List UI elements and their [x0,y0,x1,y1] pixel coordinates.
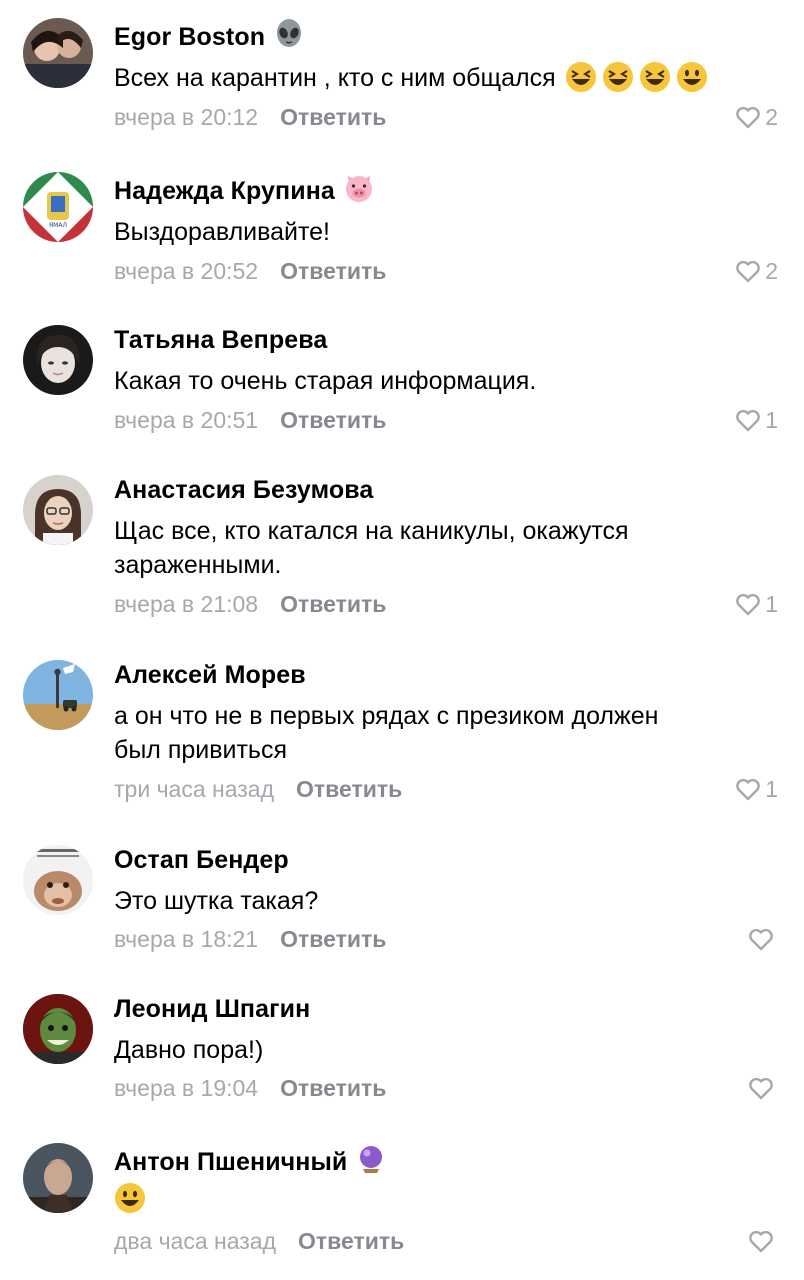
author-name[interactable]: Алексей Морев [114,660,306,690]
comment-meta: вчера в 20:12 Ответить [114,102,386,132]
like-count: 2 [765,258,778,284]
heart-icon [749,1230,773,1253]
comment-meta: вчера в 20:52 Ответить [114,256,386,286]
like-button[interactable]: 1 [733,405,778,435]
like-button[interactable]: 1 [733,774,778,804]
crystal-ball-emoji [355,1143,387,1175]
heart-icon [736,778,761,801]
comment-text-line: Щас все, кто катался на каникулы, окажут… [114,517,629,545]
heart-icon [736,593,761,616]
comment-meta: вчера в 19:04 Ответить [114,1073,386,1103]
timestamp: два часа назад [114,1228,277,1254]
reply-button[interactable]: Ответить [280,926,386,952]
heart-icon [736,260,761,283]
comment-text: Всех на карантин , кто с ним общался [114,60,708,96]
reply-button[interactable]: Ответить [280,104,386,130]
grinning-squinting-emoji [565,61,597,93]
comment-text: Это шутка такая? [114,887,319,915]
avatar[interactable] [23,660,93,730]
author-name[interactable]: Надежда Крупина [114,172,375,206]
timestamp: вчера в 19:04 [114,1075,259,1101]
grinning-squinting-emoji [602,61,634,93]
timestamp: вчера в 20:52 [114,258,259,284]
comment-text-line: зараженными. [114,551,282,579]
heart-icon [749,1077,773,1100]
author-name[interactable]: Остап Бендер [114,845,289,875]
timestamp: вчера в 20:51 [114,407,259,433]
avatar[interactable]: ЯМАЛ [23,172,93,242]
comment-text [114,1181,146,1217]
pig-face-emoji [343,172,375,204]
comment-text: Какая то очень старая информация. [114,367,537,395]
heart-icon [749,928,773,951]
like-button[interactable] [746,924,778,954]
author-name[interactable]: Леонид Шпагин [114,994,310,1024]
comment-text-line: был привиться [114,736,287,764]
author-name[interactable]: Татьяна Вепрева [114,325,327,355]
timestamp: вчера в 18:21 [114,926,259,952]
grinning-emoji [676,61,708,93]
reply-button[interactable]: Ответить [280,591,386,617]
comments-list: Egor Boston Всех на карантин , кто с ним… [0,0,804,1280]
heart-icon [736,106,761,129]
like-count: 1 [765,591,778,617]
reply-button[interactable]: Ответить [280,407,386,433]
reply-button[interactable]: Ответить [280,258,386,284]
author-name[interactable]: Анастасия Безумова [114,475,373,505]
reply-button[interactable]: Ответить [298,1228,404,1254]
timestamp: три часа назад [114,776,275,802]
author-name[interactable]: Egor Boston [114,18,305,52]
avatar[interactable] [23,325,93,395]
comment-meta: два часа назад Ответить [114,1226,404,1256]
comment-text: Давно пора!) [114,1036,264,1064]
comment-meta: вчера в 20:51 Ответить [114,405,386,435]
reply-button[interactable]: Ответить [280,1075,386,1101]
comment-meta: три часа назад Ответить [114,774,402,804]
like-count: 1 [765,407,778,433]
like-count: 1 [765,776,778,802]
avatar[interactable] [23,845,93,915]
avatar[interactable] [23,18,93,88]
grinning-emoji [114,1182,146,1214]
like-button[interactable]: 2 [733,256,778,286]
timestamp: вчера в 20:12 [114,104,259,130]
svg-text:ЯМАЛ: ЯМАЛ [49,222,67,229]
comment-text-line: а он что не в первых рядах с презиком до… [114,702,659,730]
comment-meta: вчера в 18:21 Ответить [114,924,386,954]
avatar[interactable] [23,994,93,1064]
avatar[interactable] [23,475,93,545]
heart-icon [736,409,761,432]
like-button[interactable] [746,1073,778,1103]
timestamp: вчера в 21:08 [114,591,259,617]
like-button[interactable] [746,1226,778,1256]
reply-button[interactable]: Ответить [296,776,402,802]
comment-meta: вчера в 21:08 Ответить [114,589,386,619]
like-button[interactable]: 2 [733,102,778,132]
author-name[interactable]: Антон Пшеничный [114,1143,387,1177]
avatar[interactable] [23,1143,93,1213]
like-button[interactable]: 1 [733,589,778,619]
alien-emoji [273,18,305,50]
like-count: 2 [765,104,778,130]
comment-text: Выздоравливайте! [114,218,331,246]
grinning-squinting-emoji [639,61,671,93]
